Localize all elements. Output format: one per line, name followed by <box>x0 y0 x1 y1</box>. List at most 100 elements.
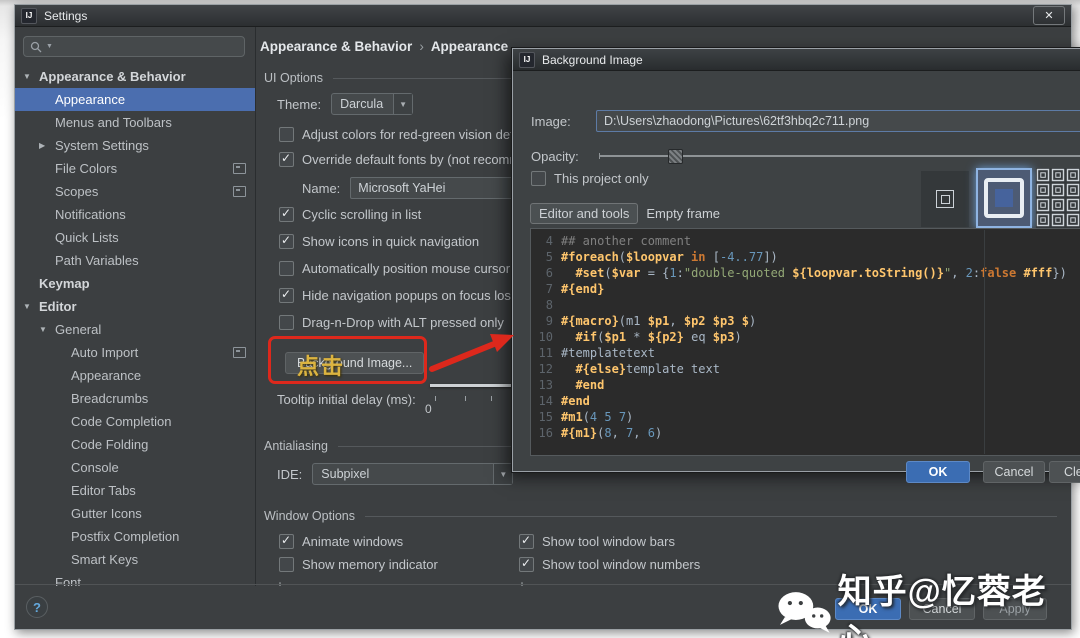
sidebar-item-console[interactable]: Console <box>15 456 255 479</box>
settings-titlebar[interactable]: IJ Settings ✕ <box>15 5 1071 27</box>
anchor-center-thumbnail[interactable] <box>921 171 969 227</box>
line-number: 14 <box>538 394 553 408</box>
sidebar-item-label: File Colors <box>55 161 118 176</box>
opacity-slider-handle[interactable] <box>668 149 683 164</box>
search-dropdown-arrow-icon[interactable]: ▼ <box>46 43 53 50</box>
app-icon: IJ <box>21 7 37 24</box>
checkbox-show-memory-indicator[interactable]: Show memory indicator <box>279 553 438 576</box>
checkbox-box[interactable] <box>279 261 294 276</box>
checkbox-animate-windows[interactable]: Animate windows <box>279 530 438 553</box>
sidebar-item-file-colors[interactable]: File Colors <box>15 157 255 180</box>
checkbox-box[interactable] <box>531 171 546 186</box>
sidebar-item-editor[interactable]: ▼ Editor <box>15 295 255 318</box>
sidebar-item-gutter-icons[interactable]: Gutter Icons <box>15 502 255 525</box>
tooltip-delay-slider[interactable] <box>430 384 518 387</box>
sidebar-item-editor-tabs[interactable]: Editor Tabs <box>15 479 255 502</box>
breadcrumb-section[interactable]: Appearance & Behavior <box>260 39 412 54</box>
checkbox-box[interactable] <box>279 533 294 549</box>
sidebar-item-quick-lists[interactable]: Quick Lists <box>15 226 255 249</box>
checkbox-box[interactable] <box>279 287 294 303</box>
tooltip-delay-value: 0 <box>425 402 432 416</box>
window-options-right: Show tool window bars Show tool window nu… <box>519 530 700 576</box>
checkbox-this-project-only[interactable]: This project only <box>531 171 649 186</box>
checkbox-box[interactable] <box>279 233 294 249</box>
sidebar-item-label: Code Folding <box>71 437 149 452</box>
checkbox-box[interactable] <box>279 206 294 222</box>
help-icon[interactable]: ? <box>26 596 48 618</box>
sidebar-item-keymap[interactable]: Keymap <box>15 272 255 295</box>
sidebar-item-smart-keys[interactable]: Smart Keys <box>15 548 255 571</box>
checkbox-show-tool-window-bars[interactable]: Show tool window bars <box>519 530 700 553</box>
checkbox-box[interactable] <box>279 315 294 330</box>
sidebar-item-appearance-behavior[interactable]: ▼ Appearance & Behavior <box>15 65 255 88</box>
sidebar-item-auto-import[interactable]: Auto Import <box>15 341 255 364</box>
code-line: 13 #end <box>531 377 1080 393</box>
tab-editor-and-tools[interactable]: Editor and tools <box>530 203 639 224</box>
sidebar-item-label: Editor <box>39 299 77 314</box>
checkbox-box[interactable] <box>279 557 294 572</box>
sidebar-item-general[interactable]: ▼ General <box>15 318 255 341</box>
sidebar-item-appearance[interactable]: Appearance <box>15 88 255 111</box>
code-text: #templatetext <box>561 346 655 360</box>
sidebar-item-label: Scopes <box>55 184 99 199</box>
anchor-tile-thumbnail[interactable] <box>1036 168 1080 228</box>
theme-value: Darcula <box>340 97 384 111</box>
font-name-input[interactable]: Microsoft YaHei <box>350 177 514 199</box>
sidebar-item-label: Editor Tabs <box>71 483 136 498</box>
theme-label: Theme: <box>277 96 322 112</box>
code-text: #{else}template text <box>575 362 720 376</box>
line-number: 5 <box>545 250 553 264</box>
dialog-clear-button[interactable]: Cle <box>1049 461 1080 483</box>
sidebar-item-menus-and-toolbars[interactable]: Menus and Toolbars <box>15 111 255 134</box>
sidebar-item-breadcrumbs[interactable]: Breadcrumbs <box>15 387 255 410</box>
ide-antialiasing-select[interactable]: Subpixel ▼ <box>312 463 514 485</box>
sidebar-item-notifications[interactable]: Notifications <box>15 203 255 226</box>
tree-down-arrow-icon[interactable]: ▼ <box>39 325 55 334</box>
checkbox-label: Hide navigation popups on focus loss <box>302 288 518 303</box>
dialog-cancel-button[interactable]: Cancel <box>983 461 1045 483</box>
line-number: 12 <box>538 362 553 376</box>
sidebar-tree: ▼ Appearance & Behavior Appearance Menus an… <box>15 65 255 586</box>
tab-empty-frame[interactable]: Empty frame <box>638 204 728 223</box>
close-icon[interactable]: ✕ <box>1033 6 1065 25</box>
sidebar-item-system-settings[interactable]: ▶ System Settings <box>15 134 255 157</box>
code-text: ## another comment <box>561 234 692 248</box>
checkbox-box[interactable] <box>279 151 294 167</box>
dropdown-arrow-icon[interactable]: ▼ <box>493 464 513 484</box>
font-name-row: Name: Microsoft YaHei <box>302 177 514 199</box>
code-text: #{m1}(8, 7, 6) <box>561 426 663 440</box>
slider-tick <box>465 396 466 401</box>
sidebar-item-scopes[interactable]: Scopes <box>15 180 255 203</box>
ide-label: IDE: <box>277 466 303 482</box>
tree-down-arrow-icon[interactable]: ▼ <box>23 302 39 311</box>
dropdown-arrow-icon[interactable]: ▼ <box>393 94 413 114</box>
checkbox-show-tool-window-numbers[interactable]: Show tool window numbers <box>519 553 700 576</box>
tree-right-arrow-icon[interactable]: ▶ <box>39 141 55 150</box>
image-path-input[interactable]: D:\Users\zhaodong\Pictures\62tf3hbq2c711… <box>596 110 1080 132</box>
sidebar-item-label: Postfix Completion <box>71 529 180 544</box>
checkbox-box[interactable] <box>279 127 294 142</box>
checkbox-box[interactable] <box>519 556 534 572</box>
code-line: 9 #{macro}(m1 $p1, $p2 $p3 $) <box>531 313 1080 329</box>
dialog-titlebar[interactable]: IJ Background Image <box>513 49 1080 71</box>
tree-down-arrow-icon[interactable]: ▼ <box>23 72 39 81</box>
code-line: 11 #templatetext <box>531 345 1080 361</box>
sidebar-item-label: Code Completion <box>71 414 172 429</box>
search-input[interactable]: ▼ <box>23 36 245 57</box>
code-line: 8 <box>531 297 1080 313</box>
ide-antialiasing-value: Subpixel <box>321 467 370 481</box>
anchor-fill-thumbnail-selected[interactable] <box>976 168 1032 228</box>
sidebar-item-code-folding[interactable]: Code Folding <box>15 433 255 456</box>
theme-select[interactable]: Darcula ▼ <box>331 93 414 115</box>
code-text: #m1(4 5 7) <box>561 410 634 424</box>
code-text: #set($var = {1:"double-quoted ${loopvar.… <box>575 266 1067 280</box>
code-line: 7 #{end} <box>531 281 1080 297</box>
dialog-ok-button[interactable]: OK <box>906 461 970 483</box>
sidebar-item-postfix-completion[interactable]: Postfix Completion <box>15 525 255 548</box>
shared-settings-icon <box>233 163 246 174</box>
sidebar-item-appearance[interactable]: Appearance <box>15 364 255 387</box>
tooltip-delay-label: Tooltip initial delay (ms): <box>277 391 416 407</box>
sidebar-item-path-variables[interactable]: Path Variables <box>15 249 255 272</box>
checkbox-box[interactable] <box>519 533 534 549</box>
sidebar-item-code-completion[interactable]: Code Completion <box>15 410 255 433</box>
